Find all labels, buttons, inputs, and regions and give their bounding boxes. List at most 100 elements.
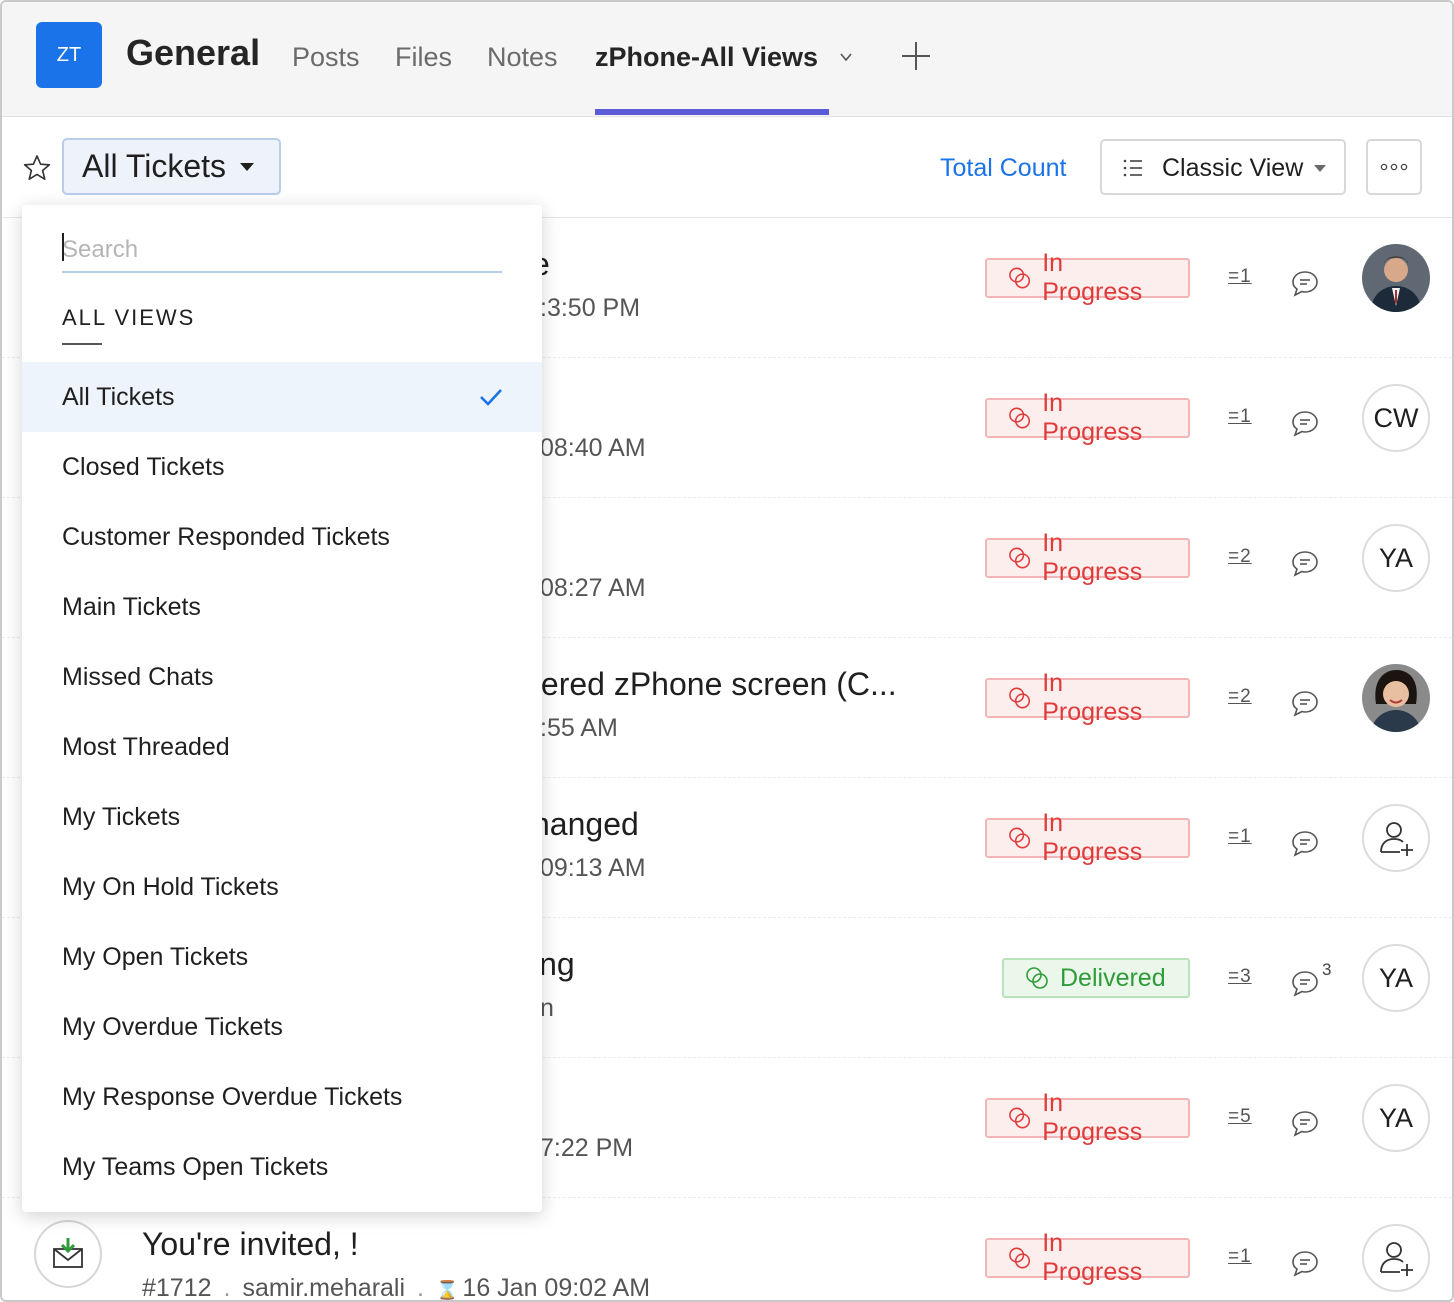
tab-notes[interactable]: Notes [487,42,558,73]
thread-count[interactable]: =1 [1228,1246,1252,1268]
ticket-meta: 7:22 PM [540,1134,634,1162]
requester-name: samir.meharali [242,1274,406,1302]
caret-down-icon [1314,165,1326,172]
thread-count[interactable]: =1 [1228,266,1252,288]
assignee-avatar[interactable]: YA [1362,524,1430,592]
comment-icon[interactable] [1290,688,1320,718]
status-label: In Progress [1042,249,1143,306]
tab-zphone-all-views[interactable]: zPhone-All Views [595,42,818,73]
comment-icon[interactable] [1290,268,1320,298]
comment-icon[interactable] [1290,1108,1320,1138]
chevron-down-icon[interactable] [840,51,852,63]
tickets-toolbar: All Tickets Total Count Classic View [2,118,1452,218]
hourglass-icon: ⌛ [436,1280,459,1300]
ticket-subject[interactable]: tered zPhone screen (C... [532,666,897,703]
ticket-meta: n [540,994,554,1022]
view-option-label: Closed Tickets [62,452,225,481]
assignee-avatar[interactable]: CW [1362,384,1430,452]
view-option[interactable]: My Overdue Tickets [22,992,542,1062]
ticket-meta: 08:40 AM [540,434,646,462]
thread-count[interactable]: =1 [1228,406,1252,428]
status-badge[interactable]: In Progress [985,1089,1190,1146]
view-option[interactable]: Most Threaded [22,712,542,782]
assignee-avatar[interactable] [1362,244,1430,312]
comment-icon[interactable] [1290,408,1320,438]
team-avatar[interactable]: ZT [36,22,102,88]
assignee-avatar[interactable]: YA [1362,1084,1430,1152]
view-option-label: My Response Overdue Tickets [62,1082,403,1111]
status-badge[interactable]: In Progress [985,669,1190,726]
active-tab-indicator [595,109,829,115]
text-cursor [62,233,64,261]
status-label: In Progress [1042,1089,1143,1146]
separator: . [223,1274,231,1302]
assignee-avatar[interactable] [1362,664,1430,732]
view-option[interactable]: Closed Tickets [22,432,542,502]
ticket-meta: 09:13 AM [540,854,646,882]
layout-selector-button[interactable]: Classic View [1100,139,1346,195]
separator: . [417,1274,424,1302]
view-option[interactable]: My Teams Open Tickets [22,1132,542,1202]
assignee-photo [1362,244,1430,312]
status-badge[interactable]: In Progress [985,249,1190,306]
status-badge[interactable]: In Progress [985,1229,1190,1286]
tab-files[interactable]: Files [395,42,452,73]
ticket-meta: #1712. samir.meharali. ⌛ 16 Jan 09:02 AM [142,1274,651,1302]
status-icon [1009,407,1031,429]
layout-selector-label: Classic View [1162,154,1304,182]
status-badge[interactable]: Delivered [1002,958,1190,998]
assign-user-button[interactable] [1362,804,1430,872]
comment-icon[interactable] [1290,968,1320,998]
thread-count[interactable]: =2 [1228,686,1252,708]
add-tab-icon[interactable] [900,40,932,72]
total-count-link[interactable]: Total Count [940,154,1066,183]
assignee-avatar[interactable]: YA [1362,944,1430,1012]
view-option[interactable]: Missed Chats [22,642,542,712]
thread-count[interactable]: =1 [1228,826,1252,848]
view-option-label: Most Threaded [62,732,230,761]
tab-posts[interactable]: Posts [292,42,360,73]
view-option[interactable]: All Tickets [22,362,542,432]
view-option[interactable]: Main Tickets [22,572,542,642]
comment-icon[interactable] [1290,1248,1320,1278]
status-icon [1026,967,1048,989]
ticket-meta: :3:50 PM [540,294,641,322]
view-option-label: My Overdue Tickets [62,1012,283,1041]
more-options-button[interactable] [1366,139,1422,195]
add-user-icon [1380,1242,1413,1276]
view-option[interactable]: Customer Responded Tickets [22,502,542,572]
status-badge[interactable]: In Progress [985,529,1190,586]
view-option[interactable]: My On Hold Tickets [22,852,542,922]
section-underline [62,343,102,345]
view-selector-button[interactable]: All Tickets [62,138,281,195]
view-option-label: My Teams Open Tickets [62,1152,329,1181]
more-icon [1380,163,1408,171]
thread-count[interactable]: =3 [1228,966,1252,988]
app-window: ZT General Posts Files Notes zPhone-All … [0,0,1454,1302]
checkmark-icon [480,389,502,406]
comment-icon[interactable] [1290,828,1320,858]
view-selector-label: All Tickets [82,148,227,184]
add-user-icon [1380,822,1413,856]
comment-icon[interactable] [1290,548,1320,578]
assign-user-button[interactable] [1362,1224,1430,1292]
status-badge[interactable]: In Progress [985,809,1190,866]
view-option[interactable]: My Tickets [22,782,542,852]
star-icon[interactable] [22,153,52,183]
view-search-input[interactable] [62,229,502,273]
due-date: 16 Jan 09:02 AM [462,1274,651,1302]
view-option-label: All Tickets [62,382,175,411]
thread-count[interactable]: =2 [1228,546,1252,568]
view-option[interactable]: My Open Tickets [22,922,542,992]
ticket-row[interactable]: You're invited, ! #1712. samir.meharali. ⌛ 1… [2,1198,1452,1302]
status-icon [1009,267,1031,289]
ticket-subject[interactable]: You're invited, ! [142,1226,359,1263]
ticket-subject[interactable]: hanged [532,806,639,843]
status-icon [1009,827,1031,849]
envelope-icon [53,1238,83,1268]
view-option[interactable]: My Response Overdue Tickets [22,1062,542,1132]
status-badge[interactable]: In Progress [985,389,1190,446]
thread-count[interactable]: =5 [1228,1106,1252,1128]
ticket-id: #1712 [142,1274,212,1302]
team-title: General [126,32,261,73]
